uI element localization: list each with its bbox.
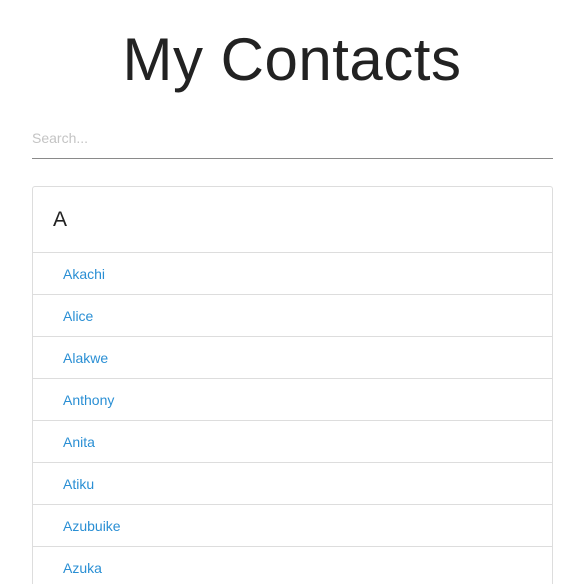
- contact-item[interactable]: Anita: [33, 421, 552, 463]
- contact-item[interactable]: Atiku: [33, 463, 552, 505]
- contact-item[interactable]: Alice: [33, 295, 552, 337]
- search-field: [32, 119, 553, 159]
- contact-link-azubuike[interactable]: Azubuike: [63, 518, 121, 534]
- search-input[interactable]: [32, 119, 553, 157]
- contacts-page: My Contacts A Akachi Alice Alakwe Anthon…: [0, 0, 566, 584]
- contact-list: Akachi Alice Alakwe Anthony Anita Atiku …: [33, 253, 552, 584]
- contact-link-alice[interactable]: Alice: [63, 308, 93, 324]
- contact-link-anthony[interactable]: Anthony: [63, 392, 114, 408]
- contact-link-atiku[interactable]: Atiku: [63, 476, 94, 492]
- contact-link-anita[interactable]: Anita: [63, 434, 95, 450]
- contact-item[interactable]: Akachi: [33, 253, 552, 295]
- group-header-a: A: [33, 187, 552, 253]
- contact-item[interactable]: Anthony: [33, 379, 552, 421]
- page-title: My Contacts: [122, 26, 462, 93]
- contact-link-alakwe[interactable]: Alakwe: [63, 350, 108, 366]
- contact-item[interactable]: Azuka: [33, 547, 552, 584]
- contact-link-azuka[interactable]: Azuka: [63, 560, 102, 576]
- contacts-card: A Akachi Alice Alakwe Anthony Anita Atik…: [32, 186, 553, 584]
- contact-link-akachi[interactable]: Akachi: [63, 266, 105, 282]
- contact-item[interactable]: Azubuike: [33, 505, 552, 547]
- contact-item[interactable]: Alakwe: [33, 337, 552, 379]
